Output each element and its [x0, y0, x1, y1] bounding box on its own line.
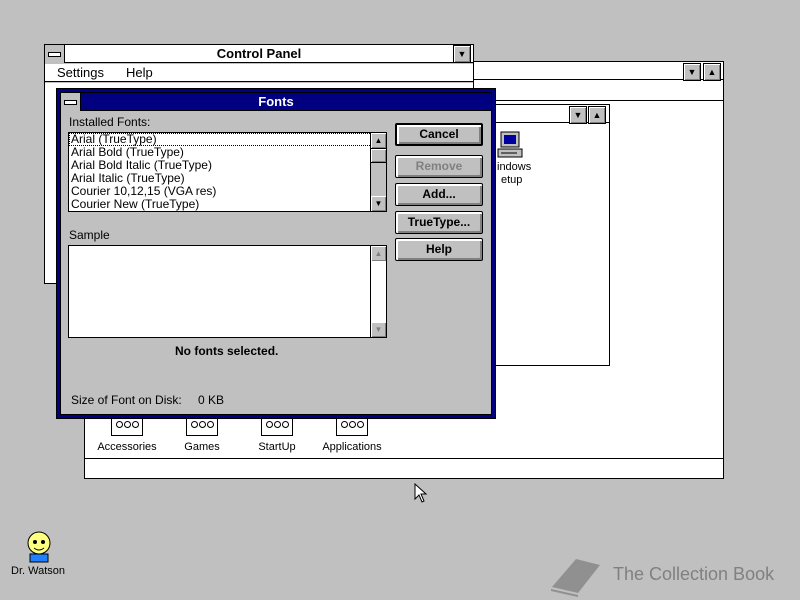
book-logo-icon: [548, 551, 602, 600]
sample-scroll-down-icon: ▼: [371, 322, 386, 337]
sample-label: Sample: [69, 228, 110, 242]
dr-watson-icon[interactable]: [22, 529, 56, 566]
computer-icon[interactable]: [497, 131, 523, 161]
menu-settings[interactable]: Settings: [57, 65, 104, 80]
watermark-text: The Collection Book: [613, 564, 775, 584]
fonts-dialog: Fonts Installed Fonts: Arial (TrueType) …: [56, 88, 496, 419]
fonts-dialog-inner-frame: Fonts Installed Fonts: Arial (TrueType) …: [60, 92, 492, 415]
menu-settings-label: Settings: [57, 65, 104, 80]
applications-group-label[interactable]: Applications: [312, 441, 392, 453]
fonts-list-scrollbar[interactable]: ▲ ▼: [370, 133, 386, 211]
dr-watson-label[interactable]: Dr. Watson: [11, 565, 65, 577]
windows-setup-label-line1[interactable]: indows: [497, 161, 531, 173]
control-panel-system-menu-icon[interactable]: [45, 45, 65, 63]
font-size-label: Size of Font on Disk:: [71, 393, 182, 407]
scroll-up-arrow-icon[interactable]: ▲: [371, 133, 386, 148]
truetype-button[interactable]: TrueType...: [395, 211, 483, 234]
games-group-icon[interactable]: [186, 418, 218, 438]
sample-box: ▲ ▼: [68, 245, 387, 338]
status-text: No fonts selected.: [175, 344, 279, 358]
maximize-button[interactable]: ▲: [703, 63, 721, 81]
menu-help[interactable]: Help: [126, 65, 153, 80]
scroll-down-arrow-icon[interactable]: ▼: [371, 196, 386, 211]
help-button[interactable]: Help: [395, 238, 483, 261]
startup-group-icon[interactable]: [261, 418, 293, 438]
startup-group-label[interactable]: StartUp: [237, 441, 317, 453]
control-panel-title: Control Panel: [216, 46, 302, 61]
accessories-group-icon[interactable]: [111, 418, 143, 438]
remove-button[interactable]: Remove: [395, 155, 483, 178]
accessories-group-label[interactable]: Accessories: [87, 441, 167, 453]
fonts-dialog-titlebar[interactable]: Fonts: [61, 93, 491, 111]
installed-fonts-list[interactable]: Arial (TrueType) Arial Bold (TrueType) A…: [68, 132, 387, 212]
main-maximize-button[interactable]: ▲: [588, 106, 606, 124]
font-size-value: 0 KB: [198, 393, 225, 407]
applications-group-icon[interactable]: [336, 418, 368, 438]
windows-setup-label-line2[interactable]: etup: [501, 174, 522, 186]
control-panel-menubar: Settings Help: [45, 64, 473, 82]
fonts-dialog-title: Fonts: [258, 94, 294, 109]
games-group-label[interactable]: Games: [162, 441, 242, 453]
main-minimize-button[interactable]: ▼: [569, 106, 587, 124]
minimize-button[interactable]: ▼: [683, 63, 701, 81]
control-panel-titlebar[interactable]: Control Panel: [45, 45, 473, 63]
list-item[interactable]: Courier New (TrueType): [69, 198, 386, 211]
program-manager-bottom-bar: [85, 458, 723, 478]
cancel-button[interactable]: Cancel: [395, 123, 483, 146]
control-panel-minimize-button[interactable]: ▼: [453, 45, 471, 63]
add-button[interactable]: Add...: [395, 183, 483, 206]
menu-help-label: Help: [126, 65, 153, 80]
installed-fonts-label: Installed Fonts:: [69, 115, 151, 129]
sample-scroll-up-icon: ▲: [371, 246, 386, 261]
mouse-cursor-icon: [414, 482, 428, 506]
scroll-thumb[interactable]: [371, 148, 386, 163]
sample-scrollbar: ▲ ▼: [370, 246, 386, 337]
fonts-system-menu-icon[interactable]: [61, 93, 81, 111]
